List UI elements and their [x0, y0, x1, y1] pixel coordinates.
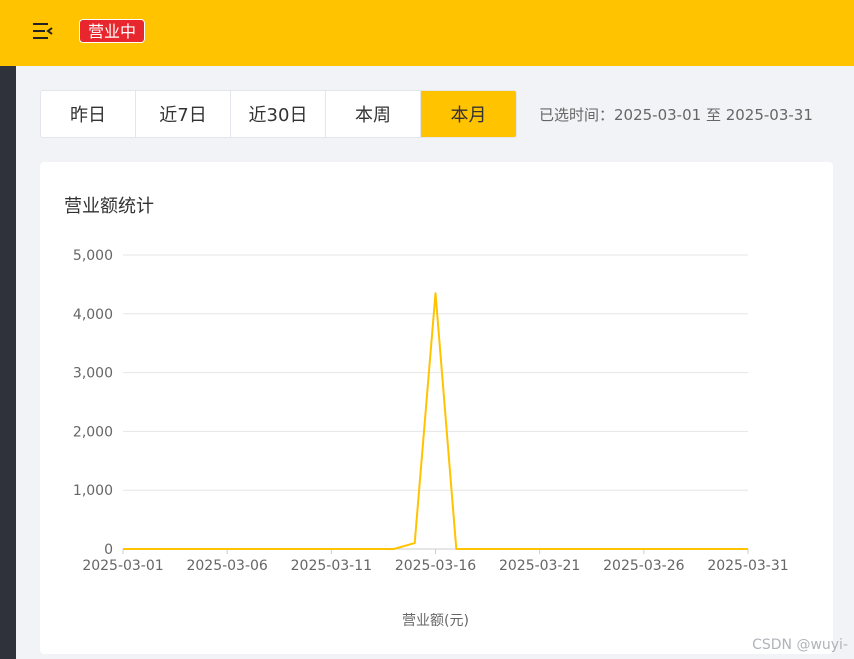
date-filter-tabs: 昨日 近7日 近30日 本周 本月	[40, 90, 517, 138]
tab-yesterday[interactable]: 昨日	[41, 91, 136, 137]
watermark: CSDN @wuyi-	[752, 637, 848, 653]
tab-this-month[interactable]: 本月	[421, 91, 516, 137]
tab-this-week[interactable]: 本周	[326, 91, 421, 137]
y-tick-label: 1,000	[73, 483, 113, 499]
selected-date-range: 已选时间：2025-03-01 至 2025-03-31	[539, 106, 813, 124]
x-axis-title: 营业额(元)	[402, 613, 469, 629]
status-badge: 营业中	[79, 19, 146, 43]
y-tick-label: 4,000	[73, 307, 113, 323]
tab-last-7-days[interactable]: 近7日	[136, 91, 231, 137]
x-tick-label: 2025-03-11	[291, 558, 372, 574]
revenue-line-chart: 0 1,000 2,000 3,000 4,000 5,000 2025-03-01 2025…	[73, 248, 789, 629]
y-tick-label: 0	[104, 542, 113, 558]
sidebar-collapsed	[0, 66, 16, 659]
menu-fold-icon[interactable]	[31, 19, 55, 43]
top-bar: 营业中	[0, 0, 854, 66]
x-tick-label: 2025-03-01	[82, 558, 163, 574]
x-tick-label: 2025-03-31	[707, 558, 788, 574]
x-tick-label: 2025-03-21	[499, 558, 580, 574]
x-tick-label: 2025-03-26	[603, 558, 684, 574]
y-tick-label: 3,000	[73, 366, 113, 382]
series-line	[123, 292, 748, 550]
x-tick-label: 2025-03-06	[186, 558, 267, 574]
y-tick-label: 5,000	[73, 248, 113, 264]
tab-last-30-days[interactable]: 近30日	[231, 91, 326, 137]
x-tick-label: 2025-03-16	[395, 558, 476, 574]
revenue-card: 营业额统计 0 1,000 2,000 3,000 4,000 5,000 2025-03-…	[40, 162, 833, 654]
y-tick-label: 2,000	[73, 424, 113, 440]
